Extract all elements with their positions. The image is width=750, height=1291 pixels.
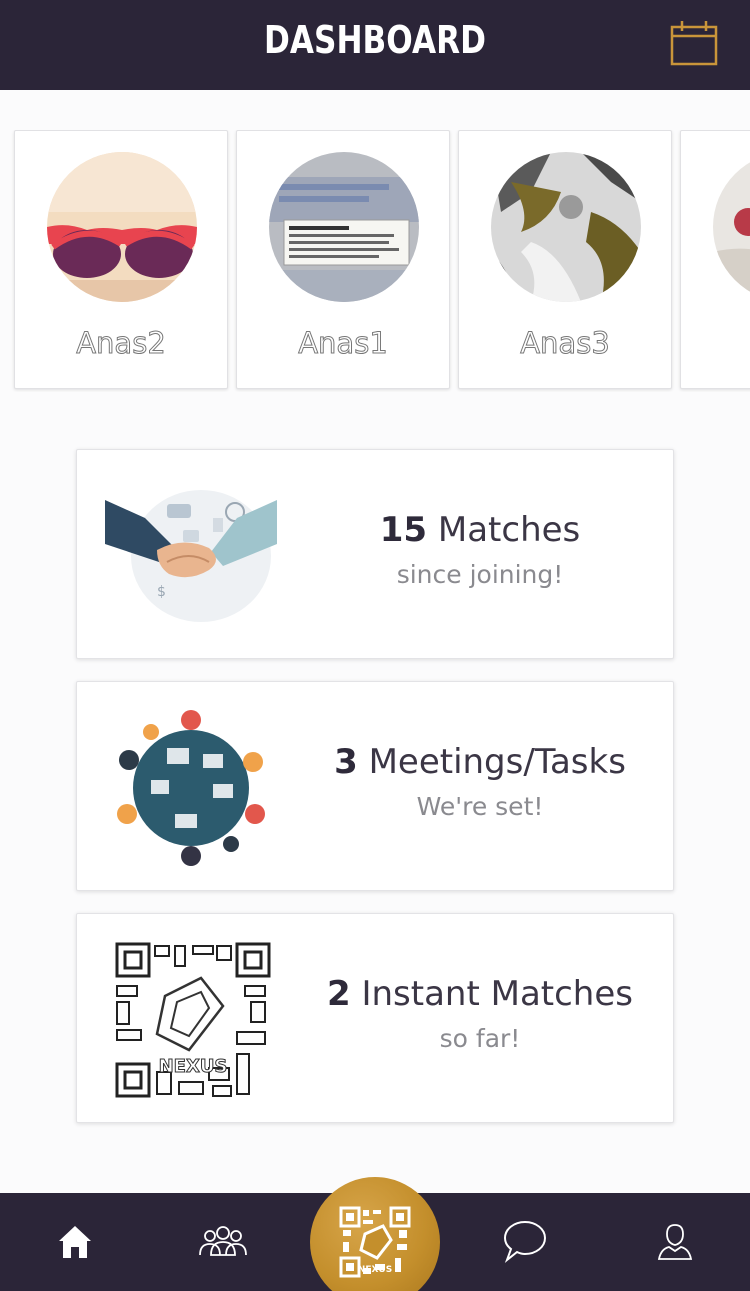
instant-matches-label: Instant Matches <box>361 974 633 1014</box>
qr-code-icon: NEXUS <box>339 1206 411 1278</box>
page-title: DASHBOARD <box>264 18 486 62</box>
calendar-icon[interactable] <box>670 20 718 66</box>
profile-name: Anas3 <box>520 326 611 361</box>
meetings-card[interactable]: 3 Meetings/Tasks We're set! <box>76 681 674 891</box>
profile-icon[interactable] <box>645 1213 705 1269</box>
instant-matches-count: 2 <box>326 974 351 1014</box>
meetings-count: 3 <box>334 742 358 782</box>
avatar <box>713 152 750 302</box>
avatar <box>47 152 197 302</box>
meetings-summary: 3 Meetings/Tasks We're set! <box>287 742 673 821</box>
meeting-table-illustration <box>105 710 277 866</box>
profile-card[interactable]: Anas1 <box>236 130 450 389</box>
top-bar: DASHBOARD <box>0 0 750 90</box>
chat-icon[interactable] <box>495 1213 555 1269</box>
profile-card[interactable]: Anas3 <box>458 130 672 389</box>
avatar <box>269 152 419 302</box>
people-icon[interactable] <box>193 1213 253 1269</box>
matches-subtitle: since joining! <box>396 560 564 589</box>
meetings-label: Meetings/Tasks <box>368 742 626 782</box>
instant-matches-card[interactable]: NEXUS 2 Instant Matches so far! <box>76 913 674 1123</box>
qr-code-illustration: NEXUS <box>105 942 277 1098</box>
avatar <box>491 152 641 302</box>
profile-name: A <box>681 326 750 360</box>
matches-label: Matches <box>437 510 581 550</box>
profile-name: Anas2 <box>76 326 167 361</box>
qr-caption: NEXUS <box>358 1265 392 1275</box>
profile-card[interactable]: Anas2 <box>14 130 228 389</box>
matches-summary: 15 Matches since joining! <box>287 510 673 589</box>
matches-count: 15 <box>379 510 428 550</box>
instant-matches-summary: 2 Instant Matches so far! <box>287 974 673 1053</box>
meetings-subtitle: We're set! <box>416 792 544 821</box>
profile-card[interactable]: A <box>680 130 750 389</box>
handshake-illustration: $ <box>105 478 277 634</box>
qr-caption: NEXUS <box>159 1056 228 1077</box>
home-icon[interactable] <box>45 1213 105 1269</box>
matches-card[interactable]: $ 15 Matches since joining! <box>76 449 674 659</box>
svg-text:$: $ <box>157 584 166 600</box>
profile-name: Anas1 <box>298 326 389 361</box>
instant-matches-subtitle: so far! <box>439 1024 521 1053</box>
profiles-carousel[interactable]: Anas2 Anas1 Anas3 <box>0 130 750 392</box>
